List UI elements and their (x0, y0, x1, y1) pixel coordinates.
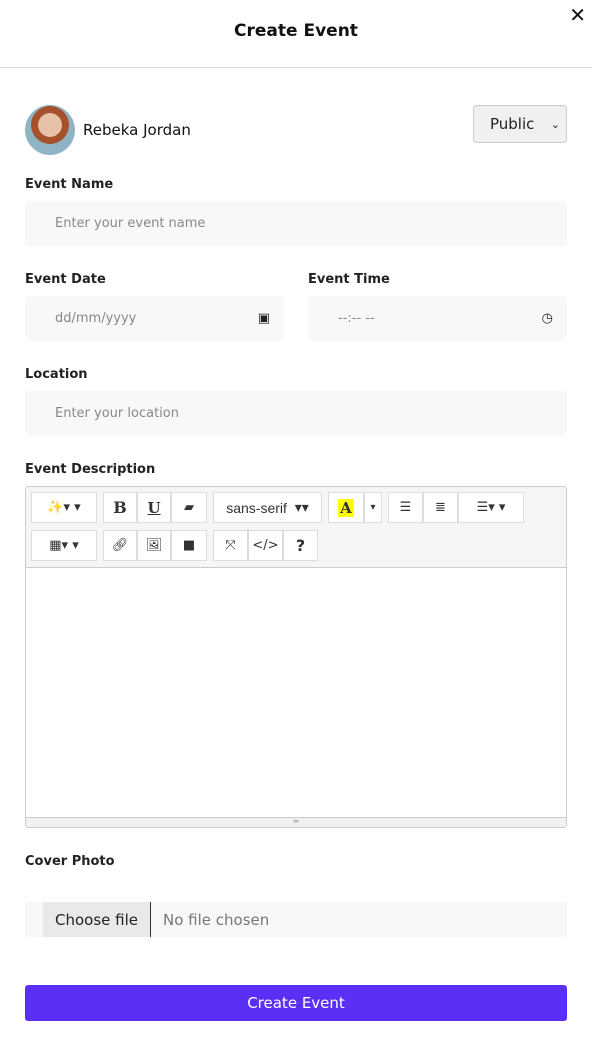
video-icon[interactable]: ■ (171, 530, 207, 561)
event-time-input[interactable]: --:-- -- ◷ (308, 296, 567, 341)
align-icon: ☰▾ ▾ (476, 500, 506, 515)
event-name-input[interactable]: Enter your event name (25, 201, 567, 246)
table-dropdown[interactable]: ▦▾ ▾ (31, 530, 97, 561)
ordered-list-icon[interactable]: ≣ (423, 492, 458, 523)
avatar (25, 105, 75, 155)
user-info: Rebeka Jordan (25, 105, 191, 155)
chevron-down-icon: ⌄ (550, 117, 560, 131)
placeholder: --:-- -- (338, 311, 375, 326)
file-status: No file chosen (163, 910, 270, 929)
event-date-input[interactable]: dd/mm/yyyy ▣ (25, 296, 284, 341)
placeholder: Enter your location (55, 406, 179, 421)
modal-header: Create Event ✕ (0, 0, 592, 68)
placeholder: dd/mm/yyyy (55, 311, 137, 326)
privacy-select[interactable]: Public ⌄ (473, 105, 567, 143)
modal-title: Create Event (234, 21, 358, 41)
style-dropdown[interactable]: ✨▾ ▾ (31, 492, 97, 523)
color-dropdown[interactable]: ▾ (364, 492, 382, 523)
image-icon[interactable]: 🖼︎ (137, 530, 171, 561)
calendar-icon[interactable]: ▣ (258, 311, 270, 326)
link-icon[interactable]: 🔗︎ (103, 530, 137, 561)
cover-photo-input[interactable]: Choose file No file chosen (25, 902, 567, 937)
location-input[interactable]: Enter your location (25, 391, 567, 436)
magic-wand-icon: ✨▾ ▾ (47, 500, 81, 515)
rich-text-editor: ✨▾ ▾ B U ▰ sans-serif ▾▾ A ▾ ☰ ≣ ☰▾ ▾ ▦▾… (25, 486, 567, 828)
event-name-label: Event Name (25, 177, 114, 192)
underline-button[interactable]: U (137, 492, 171, 523)
placeholder: Enter your event name (55, 216, 206, 231)
bold-button[interactable]: B (103, 492, 137, 523)
event-time-label: Event Time (308, 272, 390, 287)
user-name: Rebeka Jordan (83, 121, 191, 139)
font-family-dropdown[interactable]: sans-serif ▾▾ (213, 492, 322, 523)
align-dropdown[interactable]: ☰▾ ▾ (458, 492, 524, 523)
location-label: Location (25, 367, 88, 382)
table-icon: ▦▾ ▾ (49, 538, 79, 553)
choose-file-button[interactable]: Choose file (43, 902, 151, 937)
cover-photo-label: Cover Photo (25, 854, 115, 869)
resize-handle[interactable]: ═ (26, 817, 566, 827)
eraser-icon[interactable]: ▰ (171, 492, 207, 523)
description-label: Event Description (25, 462, 156, 477)
editor-content-area[interactable] (26, 567, 566, 818)
event-date-label: Event Date (25, 272, 106, 287)
highlight-icon: A (338, 498, 354, 517)
text-color-button[interactable]: A (328, 492, 364, 523)
code-view-button[interactable]: </> (248, 530, 283, 561)
clock-icon[interactable]: ◷ (542, 311, 553, 326)
help-button[interactable]: ? (283, 530, 318, 561)
privacy-value: Public (490, 115, 535, 133)
font-value: sans-serif (226, 499, 287, 516)
close-icon[interactable]: ✕ (569, 3, 586, 27)
unordered-list-icon[interactable]: ☰ (388, 492, 423, 523)
create-event-button[interactable]: Create Event (25, 985, 567, 1021)
fullscreen-icon[interactable]: ⤧ (213, 530, 248, 561)
